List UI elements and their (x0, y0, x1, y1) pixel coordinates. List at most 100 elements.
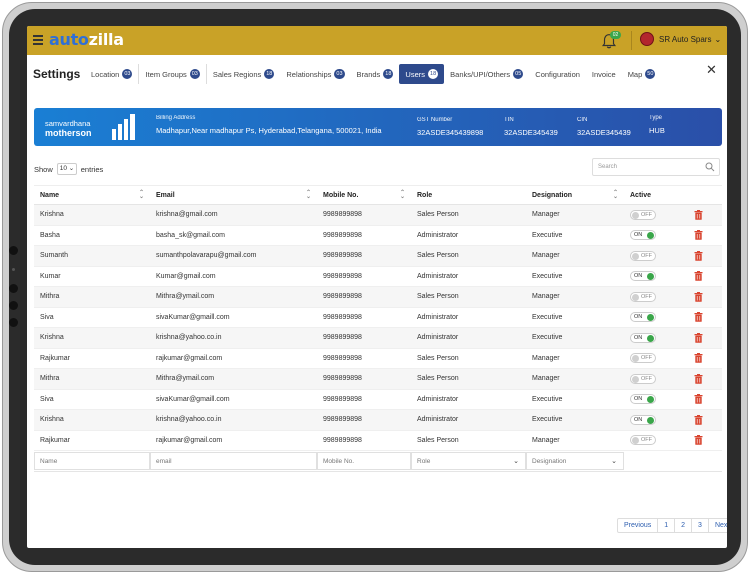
cell-role: Administrator (411, 389, 526, 410)
trash-icon[interactable] (694, 435, 703, 446)
pagination-page[interactable]: 1 (658, 519, 676, 532)
tab-badge: 18 (264, 69, 275, 79)
designation-filter-select[interactable]: Designation ⌄ (526, 451, 624, 470)
cell-email: krishna@yahoo.co.in (150, 409, 317, 431)
tab-badge: 05 (513, 69, 524, 79)
tab-relationships[interactable]: Relationships 03 (280, 64, 350, 84)
cell-role: Administrator (411, 327, 526, 349)
cell-mobile: 9989899898 (317, 430, 411, 451)
active-toggle[interactable]: ON (630, 312, 656, 323)
cell-mobile: 9989899898 (317, 348, 411, 369)
cell-role: Administrator (411, 307, 526, 328)
pagination-page[interactable]: 2 (675, 519, 693, 532)
column-header-mobile[interactable]: Mobile No. ⌃ ⌄ (317, 185, 411, 205)
column-header-name[interactable]: Name ⌃ ⌄ (34, 185, 150, 205)
close-icon[interactable]: ✕ (706, 62, 717, 78)
entries-select[interactable]: 10 ⌄ (56, 163, 77, 175)
cin-number: CIN 32ASDE345439 (577, 117, 631, 137)
tab-badge: 03 (189, 69, 200, 79)
tab-banks-upi-others[interactable]: Banks/UPI/Others 05 (444, 64, 529, 84)
side-indicator (12, 268, 15, 271)
column-header-email[interactable]: Email ⌃ ⌄ (150, 185, 317, 205)
mobile-filter-input[interactable]: Mobile No. (317, 451, 411, 470)
cell-name: Sumanth (34, 245, 150, 267)
cell-role: Administrator (411, 225, 526, 246)
table-header: Name ⌃ ⌄ Email ⌃ ⌄ Mobile No. ⌃ ⌄ Role Designa… (34, 185, 722, 205)
cell-name: Mithra (34, 286, 150, 308)
logo-bars-icon (112, 114, 135, 140)
tab-badge: 03 (334, 69, 345, 79)
active-toggle[interactable]: OFF (630, 209, 656, 220)
column-header-designation[interactable]: Designation ⌃ ⌄ (526, 185, 624, 205)
trash-icon[interactable] (694, 414, 703, 425)
trash-icon[interactable] (694, 394, 703, 405)
chevron-down-icon: ⌄ (611, 457, 617, 465)
tab-badge: 50 (645, 69, 656, 79)
gst-number: GST Number 32ASDE345439898 (417, 117, 484, 137)
active-toggle[interactable]: ON (630, 414, 656, 425)
tab-map[interactable]: Map 50 (622, 64, 662, 84)
active-toggle[interactable]: OFF (630, 353, 656, 364)
table-row: Kumar Kumar@gmail.com 9989899898 Administra… (34, 266, 722, 287)
cell-designation: Executive (526, 327, 624, 349)
trash-icon[interactable] (694, 353, 703, 364)
table-row: Mithra Mithra@ymail.com 9989899898 Sales Pe… (34, 286, 722, 308)
menu-icon[interactable] (33, 35, 43, 45)
active-toggle[interactable]: ON (630, 332, 656, 343)
cell-actions (688, 348, 722, 369)
active-toggle[interactable]: ON (630, 230, 656, 241)
tab-sales-regions[interactable]: Sales Regions 18 (207, 64, 281, 84)
tab-configuration[interactable]: Configuration (529, 64, 586, 84)
cell-actions (688, 327, 722, 349)
trash-icon[interactable] (694, 291, 703, 302)
tab-users[interactable]: Users 18 (399, 64, 445, 84)
company-banner: samvardhana motherson Billing Address Ma… (34, 108, 722, 146)
cell-name: Mithra (34, 368, 150, 390)
tin-number: TIN 32ASDE345439 (504, 117, 558, 137)
app-logo[interactable]: autozilla (49, 30, 124, 49)
pagination-page[interactable]: 3 (692, 519, 709, 532)
notification-badge: 02 (610, 31, 621, 39)
app-screen: autozilla 02 SR Auto Spars ⌄ Settings Lo… (27, 26, 727, 548)
divider (631, 31, 632, 50)
cell-email: krishna@gmail.com (150, 204, 317, 226)
trash-icon[interactable] (694, 271, 703, 282)
cell-designation: Manager (526, 286, 624, 308)
trash-icon[interactable] (694, 332, 703, 343)
cell-mobile: 9989899898 (317, 307, 411, 328)
cell-name: Krishna (34, 327, 150, 349)
active-toggle[interactable]: ON (630, 271, 656, 282)
company-switcher[interactable]: SR Auto Spars ⌄ (640, 32, 721, 46)
side-button (9, 301, 18, 310)
active-toggle[interactable]: OFF (630, 373, 656, 384)
active-toggle[interactable]: OFF (630, 250, 656, 261)
email-filter-input[interactable]: email (150, 451, 317, 470)
trash-icon[interactable] (694, 312, 703, 323)
cell-designation: Executive (526, 389, 624, 410)
pagination-next[interactable]: Next (709, 519, 727, 532)
column-header-role[interactable]: Role (411, 185, 526, 205)
trash-icon[interactable] (694, 209, 703, 220)
cell-active: OFF (624, 430, 688, 451)
tab-invoice[interactable]: Invoice (586, 64, 622, 84)
table-row: Basha basha_sk@gmail.com 9989899898 Adminis… (34, 225, 722, 246)
table-row: Siva sivaKumar@gmaill.com 9989899898 Admini… (34, 389, 722, 410)
cell-name: Siva (34, 307, 150, 328)
pagination-previous[interactable]: Previous (618, 519, 659, 532)
top-bar: autozilla 02 SR Auto Spars ⌄ (27, 26, 727, 55)
tab-brands[interactable]: Brands 18 (351, 64, 400, 84)
active-toggle[interactable]: ON (630, 394, 656, 405)
cell-email: sumanthpolavarapu@gmail.com (150, 245, 317, 267)
active-toggle[interactable]: OFF (630, 291, 656, 302)
cell-mobile: 9989899898 (317, 389, 411, 410)
tab-location[interactable]: Location 03 (85, 64, 140, 84)
cell-actions (688, 430, 722, 451)
trash-icon[interactable] (694, 250, 703, 261)
active-toggle[interactable]: OFF (630, 435, 656, 446)
trash-icon[interactable] (694, 230, 703, 241)
trash-icon[interactable] (694, 373, 703, 384)
search-input[interactable]: Search (592, 158, 720, 176)
role-filter-select[interactable]: Role ⌄ (411, 451, 526, 470)
tab-item-groups[interactable]: Item Groups 03 (139, 64, 207, 84)
name-filter-input[interactable]: Name (34, 451, 150, 470)
